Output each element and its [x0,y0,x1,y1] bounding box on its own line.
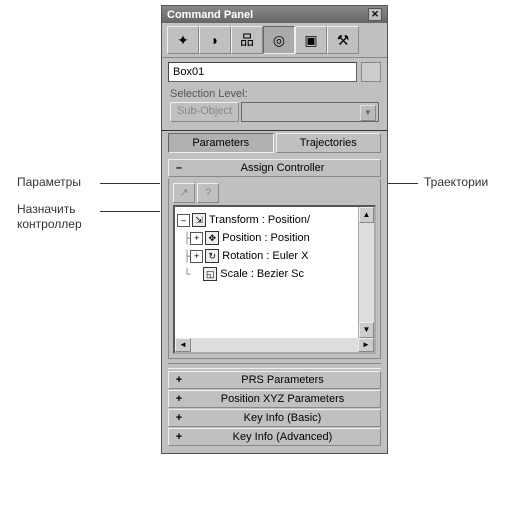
plus-icon[interactable]: + [190,232,203,245]
annotation-assign-b: контроллер [17,217,82,231]
create-tab-icon[interactable]: ✦ [167,26,199,54]
tree-row-scale: └ ◱ Scale : Bezier Sc [177,265,357,283]
rollup-prs-parameters[interactable]: + PRS Parameters [168,371,381,389]
tree-label[interactable]: Position : Position [222,232,309,244]
vertical-scrollbar[interactable]: ▲ ▼ [358,207,374,338]
command-panel-window: Command Panel ✕ ✦ ◗ 品 ◎ ▣ ⚒ Selection Le… [161,5,388,454]
horizontal-scrollbar[interactable]: ◄ ► [173,338,376,354]
tree-row-position: ├ + ✥ Position : Position [177,229,357,247]
trajectories-tab[interactable]: Trajectories [276,133,382,153]
rollup-label: Key Info (Advanced) [187,431,378,443]
modify-tab-icon[interactable]: ◗ [199,26,231,54]
expand-icon: + [171,431,187,443]
utilities-tab-icon[interactable]: ⚒ [327,26,359,54]
close-icon[interactable]: ✕ [368,8,382,21]
display-tab-icon[interactable]: ▣ [295,26,327,54]
motion-tab-icon[interactable]: ◎ [263,26,295,54]
rotation-glyph-icon: ↻ [205,249,219,263]
assign-controller-rollup-header[interactable]: – Assign Controller [168,159,381,177]
annotation-trajectories: Траектории [424,175,488,189]
rollup-label: PRS Parameters [187,374,378,386]
divider [168,363,381,369]
category-toolbar: ✦ ◗ 品 ◎ ▣ ⚒ [162,23,387,58]
expand-icon: + [171,393,187,405]
sub-object-button: Sub-Object [170,102,239,122]
plus-icon[interactable]: + [190,250,203,263]
scroll-right-icon[interactable]: ► [358,338,374,352]
scroll-down-icon[interactable]: ▼ [359,322,374,338]
selection-level-label: Selection Level: [162,86,387,100]
expand-icon: + [171,374,187,386]
parameters-tab[interactable]: Parameters [168,133,274,153]
annotation-assign-a: Назначить [17,202,75,216]
transform-glyph-icon: ⇲ [192,213,206,227]
scale-glyph-icon: ◱ [203,267,217,281]
position-glyph-icon: ✥ [205,231,219,245]
titlebar[interactable]: Command Panel ✕ [162,6,387,23]
collapse-icon: – [171,162,187,174]
selection-level-dropdown[interactable] [241,102,379,122]
assign-controller-body: ↗ ? – ⇲ Transform : Position/ ├ + ✥ Posi… [168,179,381,359]
tree-label[interactable]: Transform : Position/ [209,214,310,226]
rollup-key-info-basic[interactable]: + Key Info (Basic) [168,409,381,427]
expand-icon: + [171,412,187,424]
hierarchy-tab-icon[interactable]: 品 [231,26,263,54]
assign-controller-title: Assign Controller [187,162,378,174]
tree-label[interactable]: Scale : Bezier Sc [220,268,304,280]
annotation-parameters: Параметры [17,175,81,189]
assign-button-icon[interactable]: ↗ [173,183,195,203]
titlebar-text: Command Panel [167,9,253,21]
object-color-swatch[interactable] [361,62,381,82]
controller-tree[interactable]: – ⇲ Transform : Position/ ├ + ✥ Position… [173,205,376,340]
rollup-key-info-advanced[interactable]: + Key Info (Advanced) [168,428,381,446]
rollup-label: Key Info (Basic) [187,412,378,424]
rollup-label: Position XYZ Parameters [187,393,378,405]
help-button-icon[interactable]: ? [197,183,219,203]
tree-row-rotation: ├ + ↻ Rotation : Euler X [177,247,357,265]
object-name-input[interactable] [168,62,357,82]
minus-icon[interactable]: – [177,214,190,227]
scroll-up-icon[interactable]: ▲ [359,207,374,223]
tree-row-transform: – ⇲ Transform : Position/ [177,211,357,229]
rollup-position-xyz[interactable]: + Position XYZ Parameters [168,390,381,408]
scroll-left-icon[interactable]: ◄ [175,338,191,352]
tree-label[interactable]: Rotation : Euler X [222,250,308,262]
